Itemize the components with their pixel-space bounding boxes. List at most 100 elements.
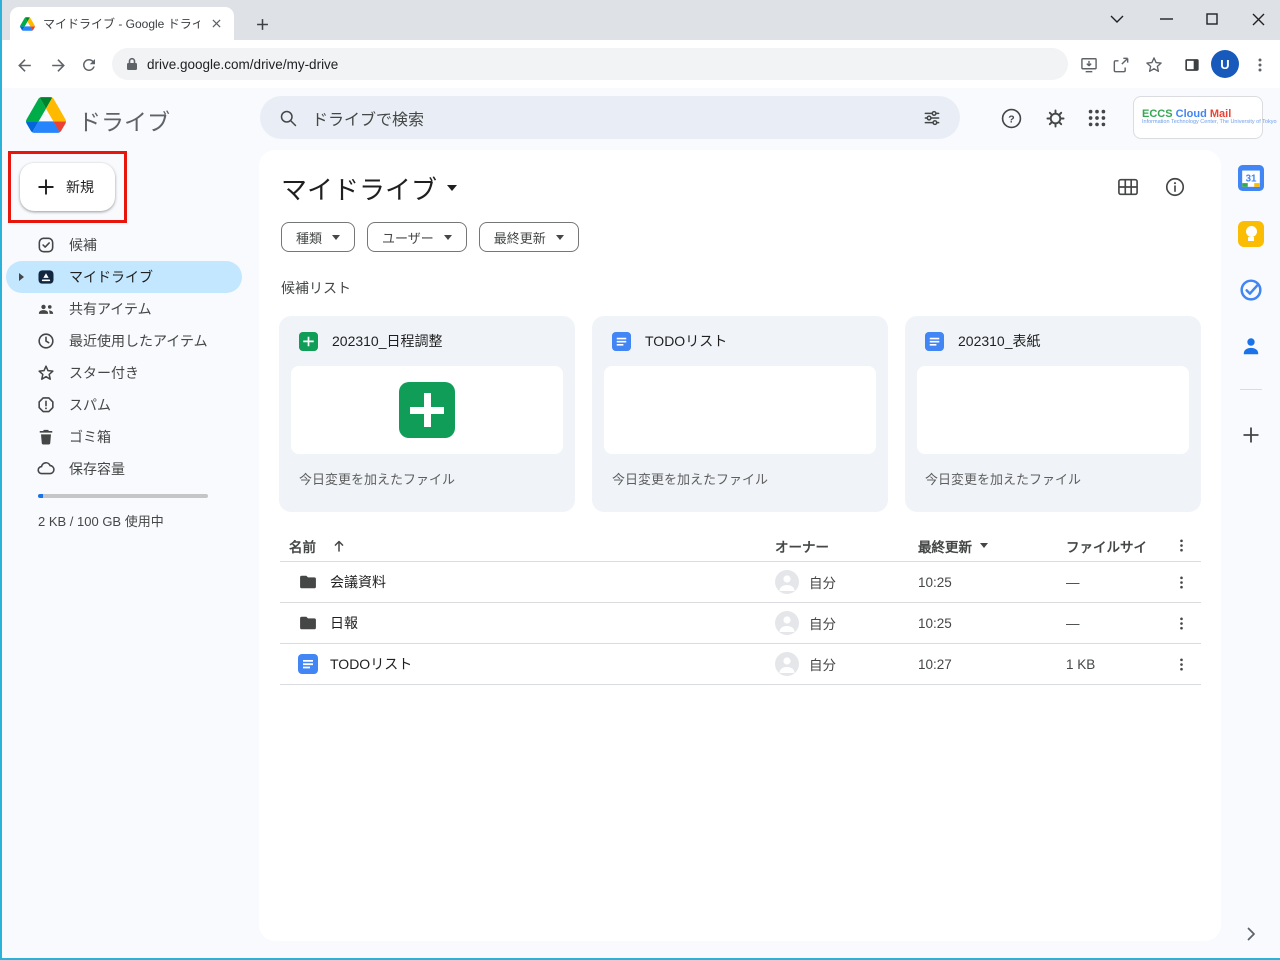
- table-row[interactable]: 会議資料 自分 10:25 —: [280, 562, 1201, 603]
- browser-tab[interactable]: マイドライブ - Google ドライブ: [10, 7, 234, 40]
- folder-icon: [298, 562, 318, 602]
- sidebar-item-suggestions[interactable]: 候補: [6, 229, 242, 261]
- column-header-name[interactable]: 名前: [289, 530, 316, 561]
- chevron-down-icon: [556, 235, 564, 240]
- back-button[interactable]: [11, 52, 37, 78]
- settings-gear-icon[interactable]: [1042, 105, 1068, 131]
- file-preview: [291, 366, 563, 454]
- suggestion-card[interactable]: TODOリスト 今日変更を加えたファイル: [592, 316, 888, 512]
- sidebar-item-spam[interactable]: スパム: [6, 389, 242, 421]
- tasks-icon[interactable]: [1237, 276, 1265, 304]
- add-addons-plus-icon[interactable]: [1237, 421, 1265, 449]
- document-icon: [298, 644, 318, 684]
- page-title-dropdown[interactable]: マイドライブ: [281, 172, 457, 204]
- sidebar-item-starred[interactable]: スター付き: [6, 357, 242, 389]
- grid-view-toggle-icon[interactable]: [1115, 174, 1141, 200]
- browser-profile-avatar[interactable]: U: [1211, 50, 1239, 78]
- account-badge[interactable]: ECCS Cloud Mail Information Technology C…: [1133, 96, 1263, 139]
- people-icon: [36, 299, 56, 319]
- spreadsheet-icon: [299, 332, 318, 351]
- sidebar-item-recent[interactable]: 最近使用したアイテム: [6, 325, 242, 357]
- browser-window: マイドライブ - Google ドライブ drive.google.com/dr…: [0, 0, 1280, 960]
- file-preview: [917, 366, 1189, 454]
- window-close-button[interactable]: [1243, 4, 1273, 34]
- contacts-icon[interactable]: [1237, 332, 1265, 360]
- window-minimize-button[interactable]: [1151, 4, 1181, 34]
- divider: [1240, 389, 1262, 390]
- sort-ascending-icon[interactable]: [332, 530, 346, 561]
- help-icon[interactable]: ?: [998, 105, 1024, 131]
- search-input[interactable]: ドライブで検索: [260, 96, 960, 139]
- file-size: —: [1066, 562, 1080, 602]
- new-tab-button[interactable]: [250, 12, 274, 36]
- owner-name: 自分: [809, 562, 836, 602]
- spam-icon: [36, 395, 56, 415]
- suggestion-card[interactable]: 202310_日程調整 今日変更を加えたファイル: [279, 316, 575, 512]
- chevron-down-icon: [444, 235, 452, 240]
- svg-text:?: ?: [1008, 113, 1014, 125]
- expand-arrow-icon[interactable]: [19, 273, 24, 281]
- filter-chip-people[interactable]: ユーザー: [367, 222, 467, 252]
- row-options-kebab-icon[interactable]: [1168, 562, 1194, 602]
- storage-usage-text: 2 KB / 100 GB 使用中: [38, 511, 164, 530]
- main-panel: マイドライブ 種類 ユーザー 最終更新 候補リスト: [259, 150, 1221, 941]
- table-options-kebab-icon[interactable]: [1168, 530, 1194, 561]
- column-header-size[interactable]: ファイルサイ: [1066, 530, 1147, 561]
- drive-favicon-icon: [20, 17, 35, 31]
- bookmark-star-icon[interactable]: [1141, 52, 1167, 78]
- forward-button[interactable]: [45, 52, 71, 78]
- calendar-icon[interactable]: 31: [1237, 164, 1265, 192]
- sidebar-item-trash[interactable]: ゴミ箱: [6, 421, 242, 453]
- card-reason: 今日変更を加えたファイル: [279, 454, 575, 488]
- url-bar[interactable]: drive.google.com/drive/my-drive: [112, 48, 1068, 80]
- file-name: TODOリスト: [330, 644, 412, 684]
- page-title: マイドライブ: [281, 170, 437, 207]
- install-app-icon[interactable]: [1076, 52, 1102, 78]
- storage-progress-bar: [38, 494, 208, 498]
- file-name: 会議資料: [330, 562, 386, 602]
- filter-chip-type[interactable]: 種類: [281, 222, 355, 252]
- suggestion-card[interactable]: 202310_表紙 今日変更を加えたファイル: [905, 316, 1201, 512]
- row-options-kebab-icon[interactable]: [1168, 644, 1194, 684]
- modified-time: 10:25: [918, 562, 952, 602]
- window-border-left: [0, 0, 2, 960]
- side-panel-icon[interactable]: [1179, 52, 1205, 78]
- reload-button[interactable]: [76, 52, 102, 78]
- sidebar-item-my-drive[interactable]: マイドライブ: [6, 261, 242, 293]
- tab-title: マイドライブ - Google ドライブ: [43, 15, 200, 32]
- window-menu-chevron-icon[interactable]: [1102, 4, 1132, 34]
- search-placeholder: ドライブで検索: [312, 106, 908, 130]
- column-header-modified[interactable]: 最終更新: [918, 530, 988, 561]
- file-name: 日報: [330, 603, 358, 643]
- column-header-owner[interactable]: オーナー: [775, 530, 829, 561]
- window-maximize-button[interactable]: [1197, 4, 1227, 34]
- owner-avatar: [775, 603, 799, 643]
- owner-name: 自分: [809, 644, 836, 684]
- share-icon[interactable]: [1108, 52, 1134, 78]
- document-icon: [925, 332, 944, 351]
- sidebar-item-storage[interactable]: 保存容量: [6, 453, 242, 485]
- trash-icon: [36, 427, 56, 447]
- chevron-down-icon: [447, 185, 457, 191]
- document-icon: [612, 332, 631, 351]
- table-row[interactable]: 日報 自分 10:25 —: [280, 603, 1201, 644]
- table-row[interactable]: TODOリスト 自分 10:27 1 KB: [280, 644, 1201, 685]
- apps-grid-icon[interactable]: [1084, 105, 1110, 131]
- spreadsheet-thumbnail-icon: [399, 382, 455, 438]
- row-options-kebab-icon[interactable]: [1168, 603, 1194, 643]
- show-side-panel-chevron-icon[interactable]: [1237, 920, 1265, 948]
- sidebar-nav: 候補 マイドライブ 共有アイテム 最近使用したアイテム スター付き: [6, 229, 242, 485]
- modified-time: 10:27: [918, 644, 952, 684]
- browser-menu-kebab-icon[interactable]: [1247, 52, 1273, 78]
- drive-logo[interactable]: [26, 97, 66, 137]
- suggestion-cards: 202310_日程調整 今日変更を加えたファイル TODOリスト 今日変更を加え…: [279, 316, 1201, 512]
- search-options-tune-icon[interactable]: [922, 108, 942, 128]
- cloud-icon: [36, 459, 56, 479]
- keep-icon[interactable]: [1237, 220, 1265, 248]
- sidebar-item-shared[interactable]: 共有アイテム: [6, 293, 242, 325]
- tab-close-icon[interactable]: [208, 16, 224, 32]
- info-icon[interactable]: [1162, 174, 1188, 200]
- table-header-row: 名前 オーナー 最終更新 ファイルサイ: [280, 530, 1201, 562]
- star-icon: [36, 363, 56, 383]
- filter-chip-modified[interactable]: 最終更新: [479, 222, 579, 252]
